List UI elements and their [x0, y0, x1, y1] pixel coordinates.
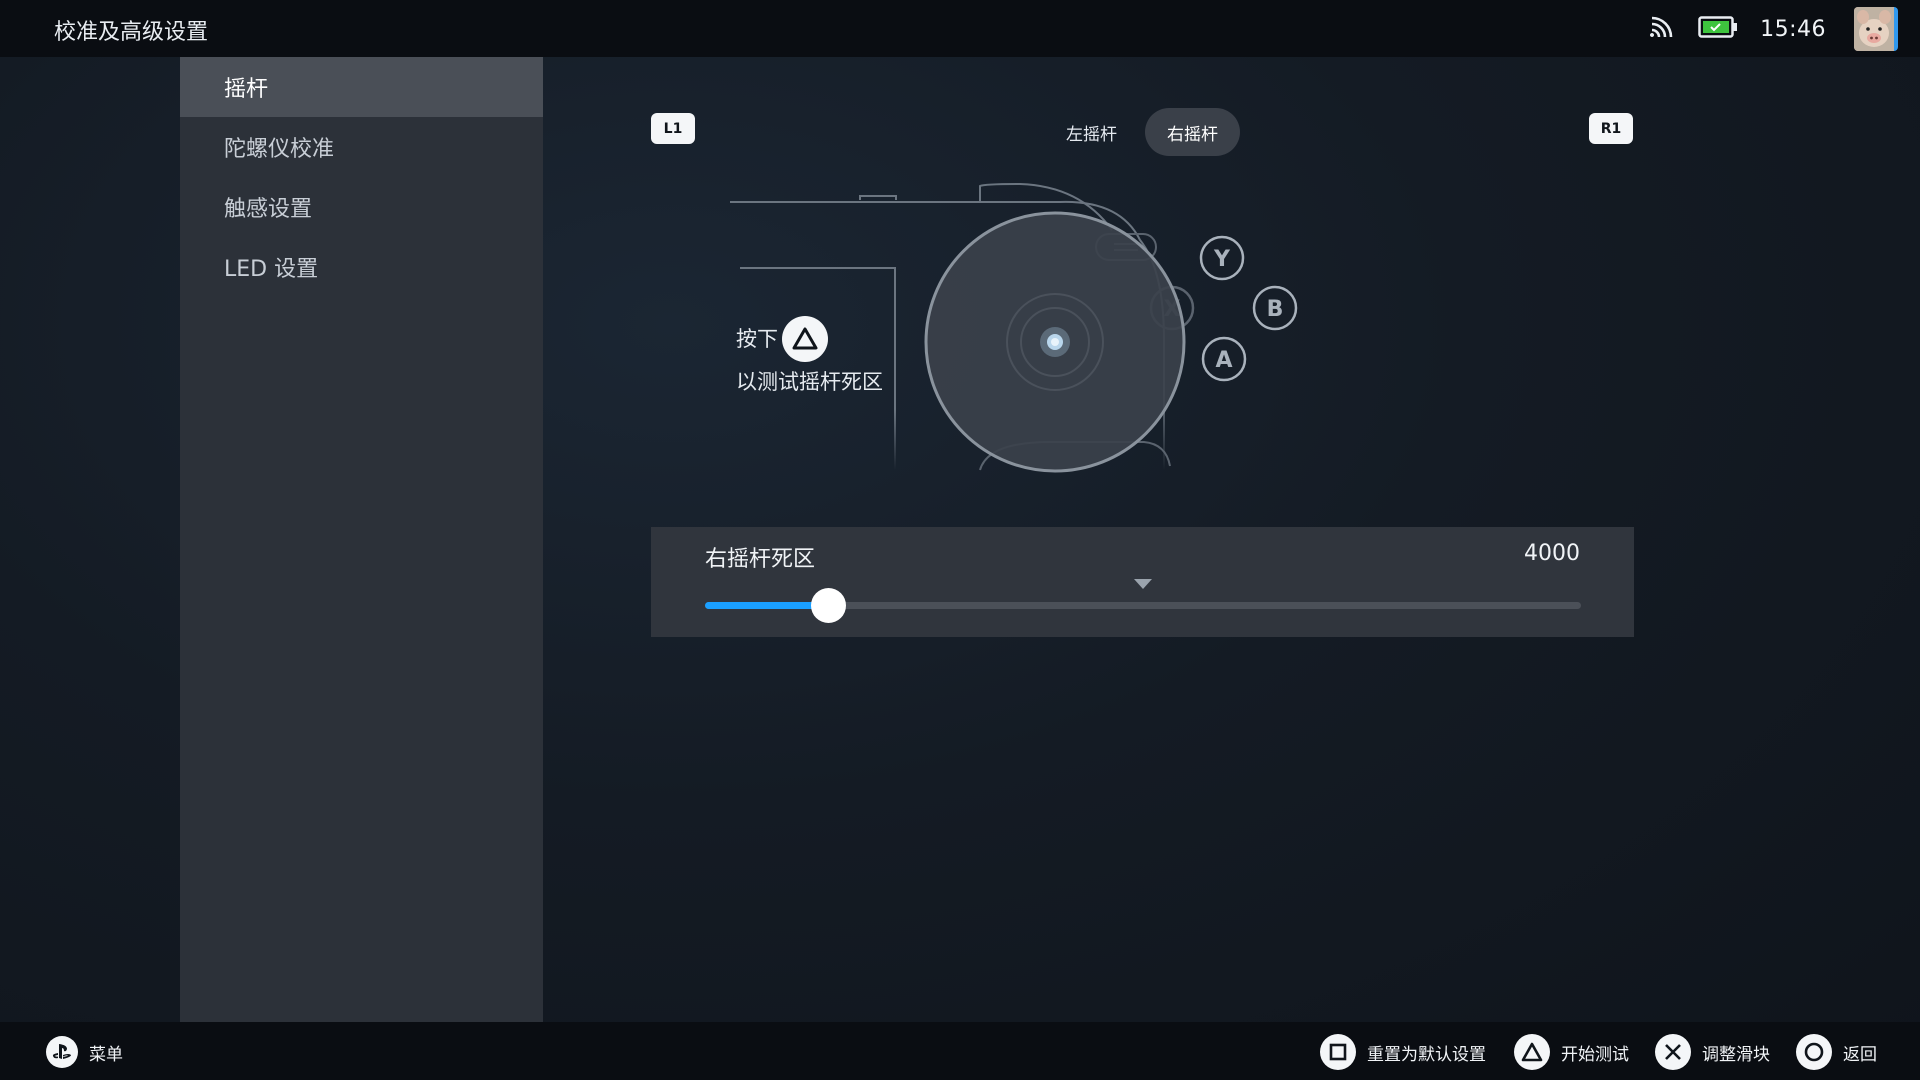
menu-label: 菜单: [89, 1044, 123, 1065]
tab-label: 右摇杆: [1167, 124, 1218, 145]
adjust-slider-label: 调整滑块: [1702, 1044, 1770, 1065]
avatar[interactable]: [1854, 7, 1898, 51]
sidebar: 摇杆 陀螺仪校准 触感设置 LED 设置: [180, 57, 543, 1022]
start-test-button[interactable]: 开始测试: [1514, 1034, 1629, 1070]
start-test-label: 开始测试: [1561, 1044, 1629, 1065]
sidebar-item-label: 触感设置: [224, 197, 313, 222]
battery-icon: [1698, 16, 1738, 42]
deadzone-slider-panel: 右摇杆死区 4000: [651, 527, 1634, 637]
hint-press-text: 按下: [736, 327, 778, 351]
sidebar-item-label: 摇杆: [224, 77, 269, 102]
slider-label: 右摇杆死区: [705, 547, 816, 572]
back-label: 返回: [1843, 1044, 1877, 1065]
sidebar-item-gyro-calibration[interactable]: 陀螺仪校准: [180, 117, 543, 177]
sidebar-item-haptics[interactable]: 触感设置: [180, 177, 543, 237]
adjust-slider-button[interactable]: 调整滑块: [1655, 1034, 1770, 1070]
cast-icon: [1650, 15, 1676, 43]
deadzone-slider[interactable]: [705, 588, 1581, 623]
playstation-icon: [46, 1036, 78, 1068]
sidebar-item-label: 陀螺仪校准: [224, 137, 335, 162]
sidebar-item-label: LED 设置: [224, 257, 319, 282]
hint-action-text: 以测试摇杆死区: [736, 370, 883, 394]
reset-default-label: 重置为默认设置: [1367, 1044, 1486, 1065]
l1-bumper-icon[interactable]: L1: [651, 113, 695, 144]
triangle-icon: [782, 316, 828, 362]
face-button-a: A: [1215, 348, 1232, 373]
test-hint: 按下 以测试摇杆死区: [736, 316, 883, 402]
cross-icon: [1655, 1034, 1691, 1070]
circle-icon: [1796, 1034, 1832, 1070]
slider-value: 4000: [1524, 541, 1580, 566]
sidebar-item-joystick[interactable]: 摇杆: [180, 57, 543, 117]
tab-left-stick[interactable]: 左摇杆: [1044, 108, 1139, 156]
menu-button[interactable]: 菜单: [46, 1034, 123, 1070]
square-icon: [1320, 1034, 1356, 1070]
r1-bumper-icon[interactable]: R1: [1589, 113, 1633, 144]
face-button-b: B: [1267, 297, 1284, 322]
top-bar: 校准及高级设置 15:46: [0, 0, 1920, 57]
tab-right-stick[interactable]: 右摇杆: [1145, 108, 1240, 156]
slider-fill: [705, 602, 828, 609]
default-marker-icon: [1134, 579, 1152, 589]
stick-tabs: 左摇杆 右摇杆: [1044, 108, 1240, 156]
tab-label: 左摇杆: [1066, 124, 1117, 145]
triangle-icon: [1514, 1034, 1550, 1070]
back-button[interactable]: 返回: [1796, 1034, 1877, 1070]
sidebar-item-led[interactable]: LED 设置: [180, 237, 543, 297]
status-area: 15:46: [1650, 7, 1898, 51]
clock: 15:46: [1760, 16, 1826, 42]
face-button-y: Y: [1213, 247, 1231, 272]
reset-default-button[interactable]: 重置为默认设置: [1320, 1034, 1486, 1070]
footer-bar: 菜单 重置为默认设置 开始测试 调整滑块 返回: [0, 1022, 1920, 1080]
slider-thumb[interactable]: [810, 588, 846, 623]
page-title: 校准及高级设置: [54, 20, 209, 45]
